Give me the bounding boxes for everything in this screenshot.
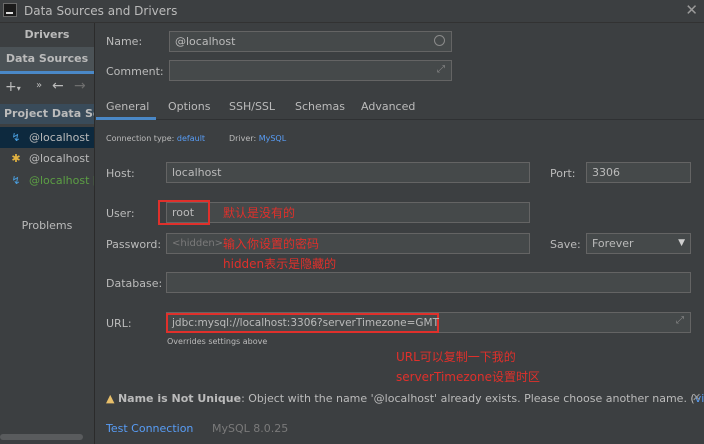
user-annotation: 默认是没有的: [223, 206, 296, 220]
active-tab-indicator: [0, 71, 94, 74]
add-icon[interactable]: +▾: [5, 79, 21, 95]
url-value: jdbc:mysql://localhost:3306?serverTimezo…: [172, 317, 440, 329]
tab-schemas[interactable]: Schemas: [295, 100, 345, 113]
dismiss-warning-icon[interactable]: ✕: [692, 391, 701, 404]
tab-general[interactable]: General: [106, 100, 149, 113]
data-source-label: @localhost: [29, 152, 90, 165]
url-label: URL:: [106, 317, 132, 330]
window-title: Data Sources and Drivers: [24, 4, 178, 18]
problems-item[interactable]: Problems: [0, 219, 94, 232]
expand-icon[interactable]: ⤢: [676, 315, 684, 326]
expand-icon[interactable]: ⤢: [437, 64, 445, 75]
user-value-highlight: root: [158, 200, 210, 225]
data-source-item[interactable]: ↯ @localhost [2: [0, 170, 94, 191]
data-source-item[interactable]: ✱ @localhost: [0, 148, 94, 169]
url-annotation-1: URL可以复制一下我的: [396, 350, 516, 364]
password-placeholder: <hidden>: [172, 238, 224, 249]
warning-text: : Object with the name '@localhost' alre…: [241, 392, 695, 405]
host-value: localhost: [172, 166, 222, 179]
save-value: Forever: [592, 237, 634, 250]
tab-ssh-ssl[interactable]: SSH/SSL: [229, 100, 275, 113]
more-icon[interactable]: »: [36, 80, 42, 91]
url-annotation-2: serverTimezone设置时区: [396, 370, 540, 384]
sidebar-scrollbar[interactable]: [0, 434, 83, 440]
chevron-down-icon: ▼: [678, 238, 685, 248]
name-field[interactable]: @localhost: [169, 31, 452, 52]
data-source-item[interactable]: ↯ @localhost: [0, 127, 94, 148]
test-connection-link[interactable]: Test Connection: [106, 422, 193, 435]
database-label: Database:: [106, 277, 163, 290]
name-label: Name:: [106, 35, 143, 48]
driver-row: Driver: MySQL: [229, 134, 286, 143]
save-select[interactable]: Forever ▼: [586, 233, 691, 254]
bee-icon: ✱: [11, 152, 21, 165]
active-tab-underline: [96, 117, 156, 120]
data-source-label: @localhost: [29, 131, 90, 144]
datagrip-app-icon: [3, 3, 17, 17]
password-field[interactable]: <hidden>: [166, 233, 530, 254]
close-icon[interactable]: ✕: [685, 1, 698, 19]
tab-advanced[interactable]: Advanced: [361, 100, 415, 113]
warning-title: Name is Not Unique: [117, 392, 242, 405]
comment-label: Comment:: [106, 65, 164, 78]
warning-message: ▲ Name is Not Unique: Object with the na…: [106, 392, 704, 405]
tabs-divider: [96, 119, 704, 120]
mysql-icon: ↯: [11, 174, 21, 187]
comment-field[interactable]: [169, 60, 452, 81]
mysql-version: MySQL 8.0.25: [212, 422, 289, 435]
password-annotation-1: 输入你设置的密码: [223, 237, 320, 251]
connection-type-label: Connection type:: [106, 134, 175, 143]
name-value: @localhost: [175, 35, 236, 48]
port-field[interactable]: 3306: [586, 162, 691, 183]
forward-arrow-icon[interactable]: →: [74, 78, 86, 94]
tab-options[interactable]: Options: [168, 100, 210, 113]
save-label: Save:: [550, 238, 581, 251]
tab-data-sources[interactable]: Data Sources: [0, 47, 94, 71]
mysql-icon: ↯: [11, 131, 21, 144]
port-label: Port:: [550, 167, 576, 180]
data-source-label: @localhost [2: [29, 174, 94, 187]
password-annotation-2: hidden表示是隐藏的: [223, 257, 337, 271]
tab-drivers[interactable]: Drivers: [0, 28, 94, 41]
driver-label: Driver:: [229, 134, 257, 143]
back-arrow-icon[interactable]: ←: [52, 78, 64, 94]
user-label: User:: [106, 207, 135, 220]
host-field[interactable]: localhost: [166, 162, 530, 183]
port-value: 3306: [592, 166, 620, 179]
project-data-sources-header: Project Data Sou: [0, 104, 94, 124]
database-field[interactable]: [166, 272, 691, 293]
color-circle-icon[interactable]: [434, 35, 445, 46]
host-label: Host:: [106, 167, 135, 180]
connection-type-link[interactable]: default: [177, 134, 205, 143]
user-field[interactable]: [166, 202, 530, 223]
driver-link[interactable]: MySQL: [259, 134, 286, 143]
url-value-highlight: jdbc:mysql://localhost:3306?serverTimezo…: [166, 313, 439, 333]
password-label: Password:: [106, 238, 162, 251]
connection-type-row: Connection type: default: [106, 134, 205, 143]
user-value: root: [172, 206, 195, 219]
warning-icon: ▲: [106, 392, 115, 405]
url-hint: Overrides settings above: [167, 337, 268, 346]
